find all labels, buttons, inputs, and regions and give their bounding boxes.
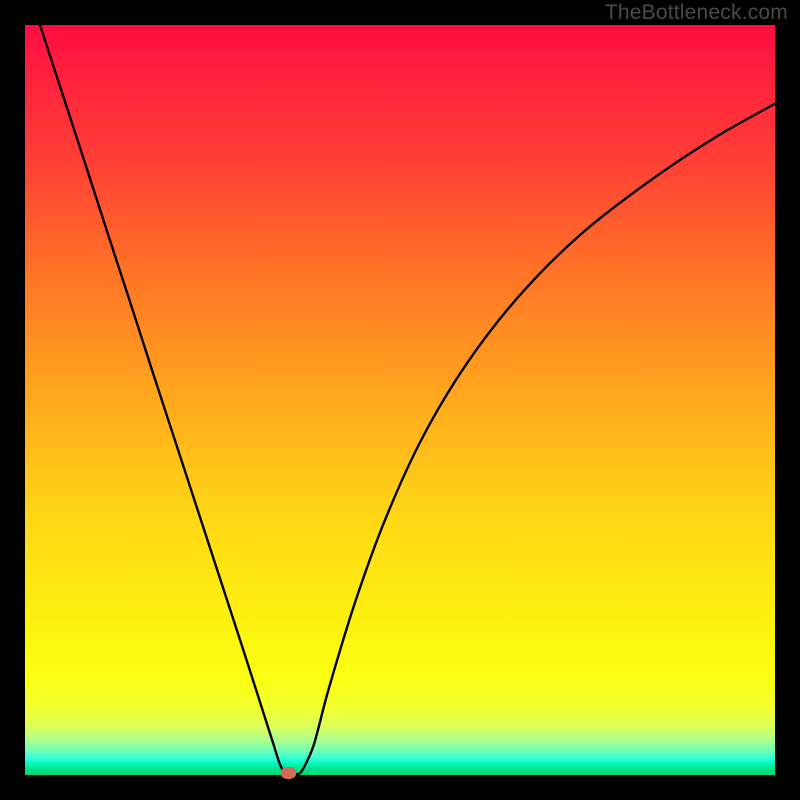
watermark-text: TheBottleneck.com — [605, 1, 788, 25]
curve-svg — [25, 25, 775, 775]
bottleneck-curve — [40, 25, 775, 775]
gradient-plot-area — [25, 25, 775, 775]
optimum-marker — [281, 767, 296, 779]
